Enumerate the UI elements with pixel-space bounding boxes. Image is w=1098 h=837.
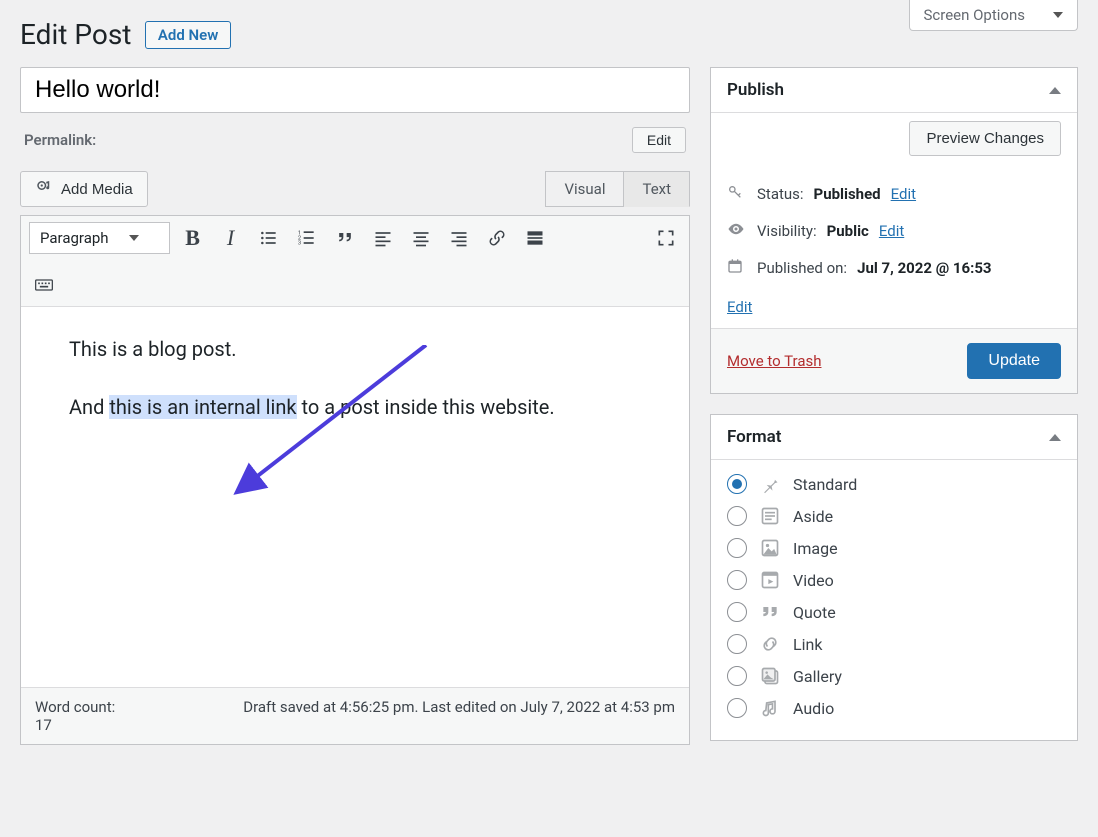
format-option-label: Standard xyxy=(793,475,857,494)
word-count-label: Word count: xyxy=(35,698,175,716)
radio-button[interactable] xyxy=(727,570,747,590)
text-fragment: And xyxy=(69,395,109,419)
status-value: Published xyxy=(814,185,881,203)
format-option-gallery[interactable]: Gallery xyxy=(727,660,1061,692)
bulleted-list-button[interactable] xyxy=(254,223,284,253)
fullscreen-button[interactable] xyxy=(651,223,681,253)
format-option-aside[interactable]: Aside xyxy=(727,500,1061,532)
format-option-audio[interactable]: Audio xyxy=(727,692,1061,724)
key-icon xyxy=(727,184,747,204)
collapse-icon xyxy=(1049,434,1061,441)
eye-icon xyxy=(727,220,747,242)
format-option-link[interactable]: Link xyxy=(727,628,1061,660)
text-fragment: to a post inside this website. xyxy=(297,395,555,419)
update-button[interactable]: Update xyxy=(967,343,1061,379)
add-media-label: Add Media xyxy=(61,181,133,198)
published-on-label: Published on: xyxy=(757,259,847,277)
format-box-title: Format xyxy=(727,427,782,447)
add-media-button[interactable]: Add Media xyxy=(20,171,148,207)
draft-saved-text: Draft saved at 4:56:25 pm. Last edited o… xyxy=(243,698,675,734)
content-paragraph-2: And this is an internal link to a post i… xyxy=(69,395,641,419)
numbered-list-button[interactable]: 123 xyxy=(292,223,322,253)
permalink-label: Permalink: xyxy=(24,131,96,149)
align-right-button[interactable] xyxy=(444,223,474,253)
collapse-icon xyxy=(1049,87,1061,94)
visibility-value: Public xyxy=(827,222,869,240)
format-option-label: Aside xyxy=(793,507,833,526)
content-paragraph-1: This is a blog post. xyxy=(69,337,641,361)
permalink-edit-button[interactable]: Edit xyxy=(632,127,686,153)
camera-music-icon xyxy=(35,178,53,200)
blockquote-button[interactable] xyxy=(330,223,360,253)
radio-button[interactable] xyxy=(727,474,747,494)
align-center-button[interactable] xyxy=(406,223,436,253)
format-option-standard[interactable]: Standard xyxy=(727,468,1061,500)
radio-button[interactable] xyxy=(727,634,747,654)
format-box-header[interactable]: Format xyxy=(711,415,1077,460)
radio-button[interactable] xyxy=(727,666,747,686)
format-option-quote[interactable]: Quote xyxy=(727,596,1061,628)
publish-box-header[interactable]: Publish xyxy=(711,68,1077,113)
bold-button[interactable]: B xyxy=(178,223,208,253)
radio-button[interactable] xyxy=(727,602,747,622)
page-title: Edit Post xyxy=(20,18,131,51)
visual-tab[interactable]: Visual xyxy=(545,171,624,207)
keyboard-toggle-button[interactable] xyxy=(29,270,59,300)
radio-button[interactable] xyxy=(727,506,747,526)
caret-down-icon xyxy=(1053,12,1063,18)
standard-format-icon xyxy=(759,474,781,494)
audio-format-icon xyxy=(759,698,781,718)
format-list: Standard Aside Image Video Quote Link Gallery A… xyxy=(711,460,1077,740)
align-left-button[interactable] xyxy=(368,223,398,253)
gallery-format-icon xyxy=(759,666,781,686)
format-option-label: Gallery xyxy=(793,667,842,686)
published-on-value: Jul 7, 2022 @ 16:53 xyxy=(857,259,991,277)
italic-button[interactable]: I xyxy=(216,223,246,253)
format-option-label: Image xyxy=(793,539,838,558)
post-title-input[interactable] xyxy=(20,67,690,113)
read-more-button[interactable] xyxy=(520,223,550,253)
word-count-value: 17 xyxy=(35,716,175,734)
svg-text:3: 3 xyxy=(297,241,300,247)
add-new-button[interactable]: Add New xyxy=(145,21,231,49)
format-option-image[interactable]: Image xyxy=(727,532,1061,564)
format-option-label: Video xyxy=(793,571,834,590)
highlighted-link-text: this is an internal link xyxy=(109,395,296,419)
format-dropdown-label: Paragraph xyxy=(40,229,109,247)
screen-options-button[interactable]: Screen Options xyxy=(909,0,1079,31)
publish-box: Publish Preview Changes Status: Publishe… xyxy=(710,67,1078,394)
radio-button[interactable] xyxy=(727,538,747,558)
publish-box-title: Publish xyxy=(727,80,784,100)
quote-format-icon xyxy=(759,602,781,622)
format-option-video[interactable]: Video xyxy=(727,564,1061,596)
link-button[interactable] xyxy=(482,223,512,253)
format-option-label: Audio xyxy=(793,699,834,718)
caret-down-icon xyxy=(129,235,139,241)
format-option-label: Quote xyxy=(793,603,836,622)
editor-status-bar: Word count: 17 Draft saved at 4:56:25 pm… xyxy=(21,687,689,744)
screen-options-label: Screen Options xyxy=(924,6,1026,24)
aside-format-icon xyxy=(759,506,781,526)
video-format-icon xyxy=(759,570,781,590)
format-option-label: Link xyxy=(793,635,822,654)
calendar-icon xyxy=(727,258,747,278)
annotation-arrow xyxy=(226,345,446,525)
move-to-trash-link[interactable]: Move to Trash xyxy=(727,352,821,370)
visibility-label: Visibility: xyxy=(757,222,817,240)
link-format-icon xyxy=(759,634,781,654)
published-edit-link[interactable]: Edit xyxy=(727,298,752,316)
format-box: Format Standard Aside Image Video Quote Link G… xyxy=(710,414,1078,741)
preview-changes-button[interactable]: Preview Changes xyxy=(909,121,1061,156)
radio-button[interactable] xyxy=(727,698,747,718)
content-editor[interactable]: This is a blog post. And this is an inte… xyxy=(21,307,689,687)
visibility-edit-link[interactable]: Edit xyxy=(879,222,904,240)
image-format-icon xyxy=(759,538,781,558)
status-label: Status: xyxy=(757,185,804,203)
editor-toolbar: Paragraph B I 123 xyxy=(21,216,689,307)
text-tab[interactable]: Text xyxy=(624,171,690,207)
paragraph-format-dropdown[interactable]: Paragraph xyxy=(29,222,170,254)
editor-box: Paragraph B I 123 xyxy=(20,215,690,745)
status-edit-link[interactable]: Edit xyxy=(891,185,916,203)
